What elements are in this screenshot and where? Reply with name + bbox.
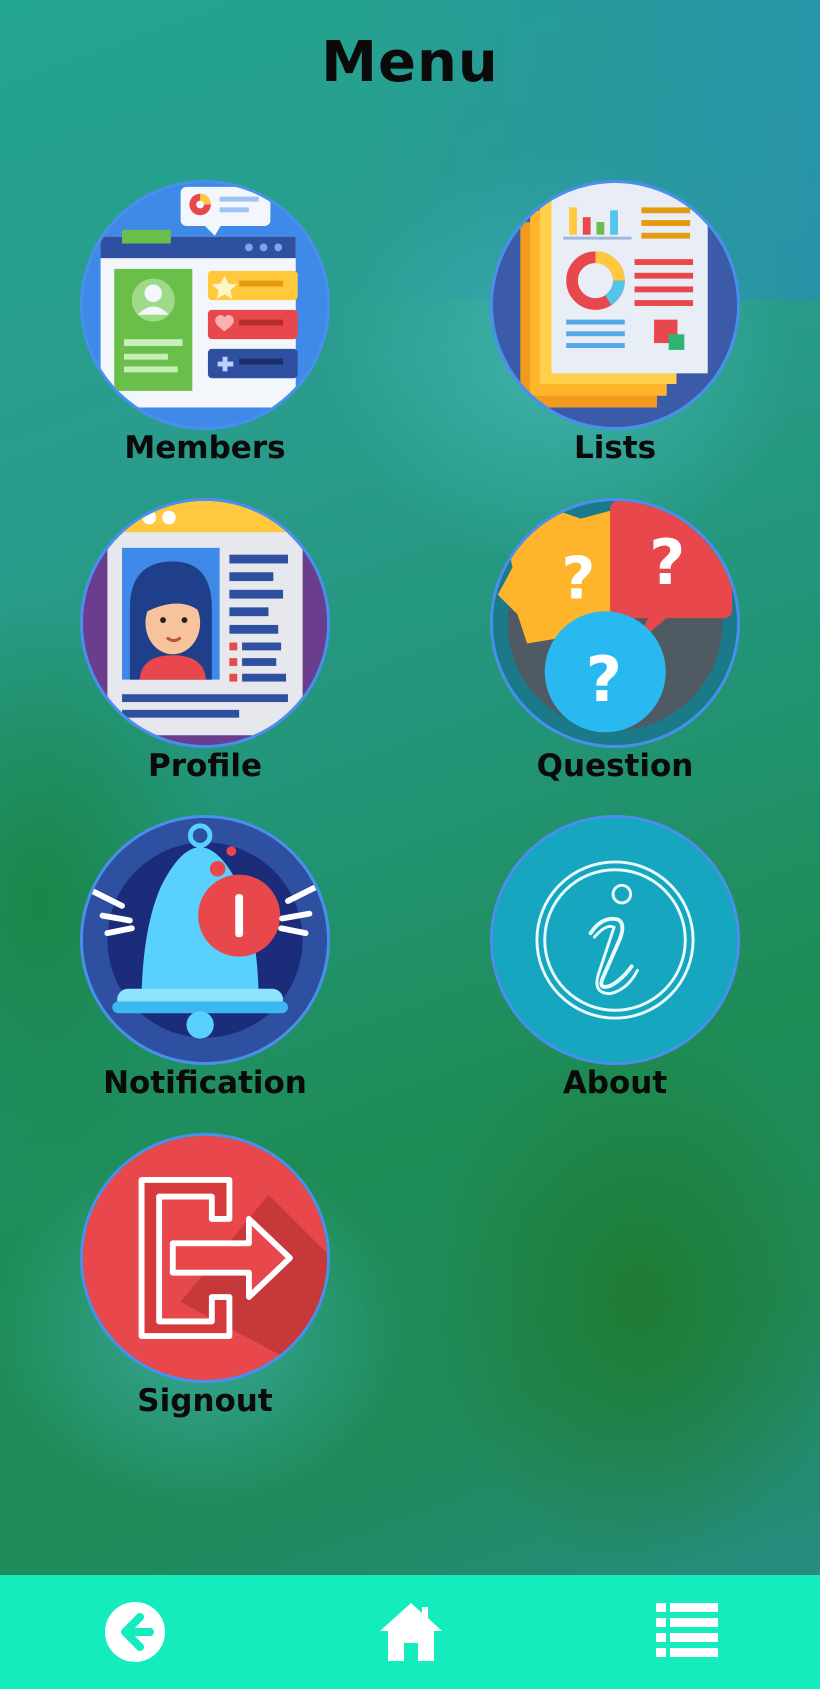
info-icon	[490, 815, 740, 1065]
signout-icon	[80, 1133, 330, 1383]
home-icon	[380, 1603, 442, 1661]
list-menu-icon	[656, 1603, 718, 1657]
members-card-icon	[80, 180, 330, 430]
page-title: Menu	[321, 30, 499, 95]
home-button[interactable]	[376, 1597, 446, 1667]
signout-label: Signout	[137, 1383, 273, 1419]
menu-item-about[interactable]: About	[485, 815, 745, 1105]
question-label: Question	[536, 748, 694, 784]
menu-item-signout[interactable]: Signout	[75, 1133, 335, 1423]
notification-label: Notification	[103, 1065, 307, 1101]
bottom-nav-bar	[0, 1575, 820, 1689]
svg-text:?: ?	[649, 526, 685, 599]
back-button[interactable]	[100, 1597, 170, 1667]
lists-documents-icon	[490, 180, 740, 430]
notification-bell-icon	[80, 815, 330, 1065]
menu-item-question[interactable]: ? ? ? Question	[485, 498, 745, 788]
menu-item-notification[interactable]: Notification	[75, 815, 335, 1105]
list-menu-button[interactable]	[652, 1597, 722, 1667]
members-label: Members	[124, 430, 286, 466]
menu-item-profile[interactable]: Profile	[75, 498, 335, 788]
profile-card-icon	[80, 498, 330, 748]
menu-item-lists[interactable]: Lists	[485, 180, 745, 470]
svg-text:?: ?	[586, 643, 622, 716]
question-bubbles-icon: ? ? ?	[490, 498, 740, 748]
profile-label: Profile	[148, 748, 262, 784]
menu-item-members[interactable]: Members	[75, 180, 335, 470]
back-arrow-icon	[105, 1602, 165, 1662]
svg-text:?: ?	[561, 545, 595, 613]
lists-label: Lists	[573, 430, 657, 466]
about-label: About	[562, 1065, 668, 1101]
